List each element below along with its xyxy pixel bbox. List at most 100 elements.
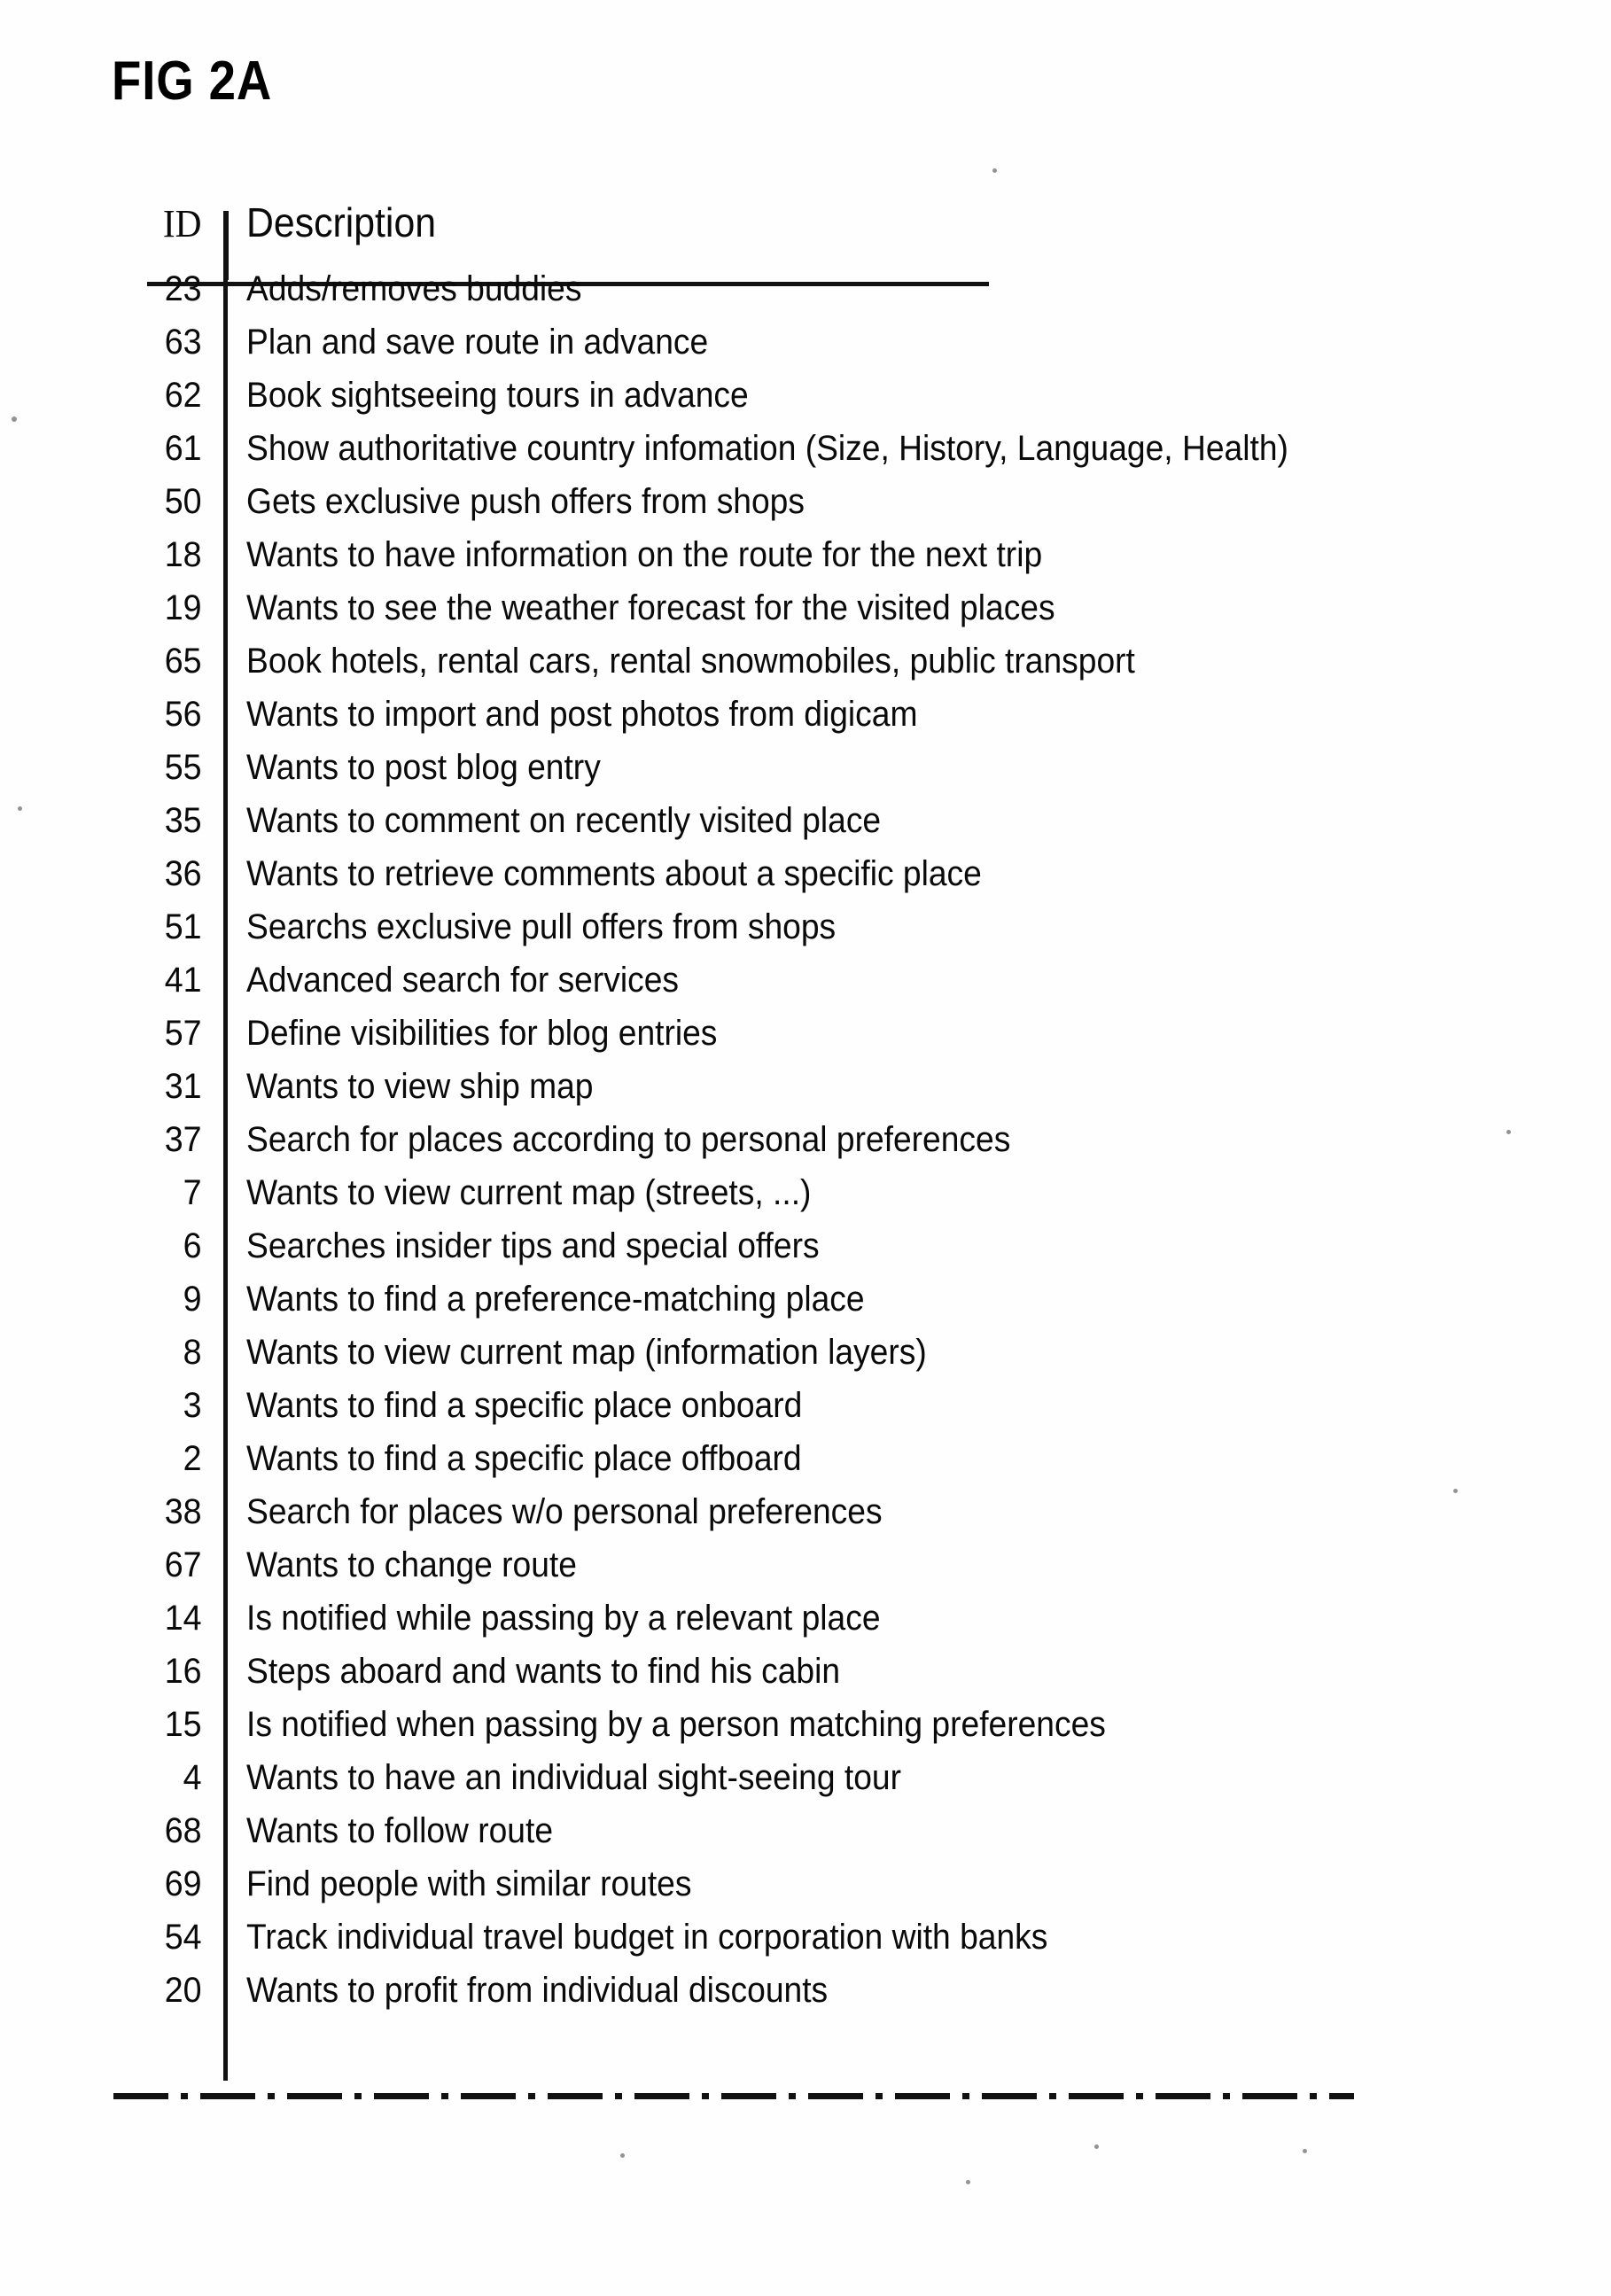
cell-id: 69: [164, 1864, 202, 1903]
cell-id: 9: [183, 1280, 202, 1319]
table-row: 36 Wants to retrieve comments about a spe…: [124, 856, 1436, 909]
cell-description: Wants to have information on the route f…: [246, 535, 1043, 574]
scan-speck: [1453, 1489, 1458, 1493]
cell-id: 23: [164, 269, 202, 308]
scan-speck: [18, 806, 22, 811]
cell-id: 63: [164, 323, 202, 362]
cell-description: Plan and save route in advance: [246, 323, 709, 362]
cell-description: Wants to view current map (streets, ...): [246, 1173, 812, 1212]
cell-id: 67: [164, 1545, 202, 1584]
cell-id: 50: [164, 482, 202, 521]
cell-description: Searches insider tips and special offers: [246, 1226, 820, 1265]
cell-description: Search for places w/o personal preferenc…: [246, 1492, 883, 1531]
cell-description: Wants to change route: [246, 1545, 577, 1584]
patent-figure-page: FIG 2A ID Description 23 Adds/removes bud…: [0, 0, 1611, 2296]
cell-id: 62: [164, 376, 202, 415]
table-row: 15 Is notified when passing by a person m…: [124, 1707, 1436, 1760]
table-row: 68 Wants to follow route: [124, 1813, 1436, 1866]
cell-description: Wants to profit from individual discount…: [246, 1971, 829, 2010]
cell-description: Adds/removes buddies: [246, 269, 582, 308]
cell-description: Wants to see the weather forecast for th…: [246, 588, 1055, 627]
table-row: 35 Wants to comment on recently visited p…: [124, 803, 1436, 856]
table-row: 20 Wants to profit from individual discou…: [124, 1973, 1436, 2026]
cell-description: Searchs exclusive pull offers from shops: [246, 907, 837, 946]
cell-id: 3: [183, 1386, 202, 1425]
cell-description: Wants to import and post photos from dig…: [246, 695, 918, 734]
table-row: 50 Gets exclusive push offers from shops: [124, 484, 1436, 537]
cell-id: 65: [164, 642, 202, 681]
table-row: 8 Wants to view current map (information …: [124, 1335, 1436, 1388]
cell-description: Wants to retrieve comments about a speci…: [246, 854, 982, 893]
table-row: 56 Wants to import and post photos from d…: [124, 697, 1436, 750]
cell-id: 15: [164, 1705, 202, 1744]
figure-bottom-border: [113, 2093, 1354, 2099]
cell-description: Wants to view ship map: [246, 1067, 594, 1106]
table-row: 61 Show authoritative country infomation …: [124, 431, 1436, 484]
cell-description: Show authoritative country infomation (S…: [246, 429, 1288, 468]
table-row: 67 Wants to change route: [124, 1547, 1436, 1600]
cell-description: Wants to find a preference-matching plac…: [246, 1280, 865, 1319]
scan-speck: [1094, 2144, 1099, 2149]
table-row: 51 Searchs exclusive pull offers from sho…: [124, 909, 1436, 962]
cell-description: Is notified when passing by a person mat…: [246, 1705, 1106, 1744]
table-body: 23 Adds/removes buddies 63 Plan and save ro…: [124, 271, 1436, 2026]
cell-description: Wants to view current map (information l…: [246, 1333, 927, 1372]
table-row: 57 Define visibilities for blog entries: [124, 1016, 1436, 1069]
table-row: 19 Wants to see the weather forecast for …: [124, 590, 1436, 643]
cell-description: Track individual travel budget in corpor…: [246, 1918, 1048, 1957]
table-row: 38 Search for places w/o personal prefere…: [124, 1494, 1436, 1547]
table-row: 69 Find people with similar routes: [124, 1866, 1436, 1919]
cell-description: Wants to have an individual sight-seeing…: [246, 1758, 901, 1797]
scan-speck: [620, 2153, 625, 2158]
cell-description: Wants to find a specific place onboard: [246, 1386, 803, 1425]
table-row: 23 Adds/removes buddies: [124, 271, 1436, 324]
scan-speck: [1506, 1130, 1511, 1134]
cell-description: Advanced search for services: [246, 961, 679, 1000]
table-row: 6 Searches insider tips and special offer…: [124, 1228, 1436, 1281]
cell-id: 68: [164, 1811, 202, 1850]
cell-description: Find people with similar routes: [246, 1864, 692, 1903]
cell-id: 35: [164, 801, 202, 840]
table-row: 7 Wants to view current map (streets, ...…: [124, 1175, 1436, 1228]
scan-speck: [992, 168, 997, 173]
use-case-table: ID Description 23 Adds/removes buddies 63 P…: [124, 202, 1436, 2026]
cell-id: 31: [164, 1067, 202, 1106]
cell-id: 38: [164, 1492, 202, 1531]
cell-id: 41: [164, 961, 202, 1000]
cell-description: Wants to post blog entry: [246, 748, 601, 787]
cell-description: Book hotels, rental cars, rental snowmob…: [246, 642, 1135, 681]
table-row: 18 Wants to have information on the route…: [124, 537, 1436, 590]
cell-description: Is notified while passing by a relevant …: [246, 1599, 881, 1638]
table-row: 16 Steps aboard and wants to find his cab…: [124, 1654, 1436, 1707]
cell-id: 6: [183, 1226, 202, 1265]
cell-id: 61: [164, 429, 202, 468]
table-row: 63 Plan and save route in advance: [124, 324, 1436, 377]
table-row: 9 Wants to find a preference-matching pla…: [124, 1281, 1436, 1335]
table-row: 2 Wants to find a specific place offboard: [124, 1441, 1436, 1494]
cell-id: 55: [164, 748, 202, 787]
table-header-row: ID Description: [124, 202, 1436, 271]
cell-id: 56: [164, 695, 202, 734]
cell-id: 8: [183, 1333, 202, 1372]
cell-description: Gets exclusive push offers from shops: [246, 482, 805, 521]
cell-description: Book sightseeing tours in advance: [246, 376, 749, 415]
scan-speck: [1303, 2149, 1307, 2153]
cell-description: Wants to comment on recently visited pla…: [246, 801, 882, 840]
cell-id: 54: [164, 1918, 202, 1957]
cell-id: 7: [183, 1173, 202, 1212]
column-header-description: Description: [246, 199, 437, 245]
figure-label: FIG 2A: [112, 51, 273, 112]
table-row: 14 Is notified while passing by a relevan…: [124, 1600, 1436, 1654]
cell-description: Wants to follow route: [246, 1811, 554, 1850]
cell-description: Steps aboard and wants to find his cabin: [246, 1652, 841, 1691]
table-row: 41 Advanced search for services: [124, 962, 1436, 1016]
table-row: 31 Wants to view ship map: [124, 1069, 1436, 1122]
cell-id: 51: [164, 907, 202, 946]
table-row: 62 Book sightseeing tours in advance: [124, 377, 1436, 431]
cell-id: 14: [164, 1599, 202, 1638]
scan-speck: [966, 2180, 970, 2184]
cell-id: 57: [164, 1014, 202, 1053]
cell-id: 16: [164, 1652, 202, 1691]
cell-id: 19: [164, 588, 202, 627]
cell-description: Search for places according to personal …: [246, 1120, 1011, 1159]
